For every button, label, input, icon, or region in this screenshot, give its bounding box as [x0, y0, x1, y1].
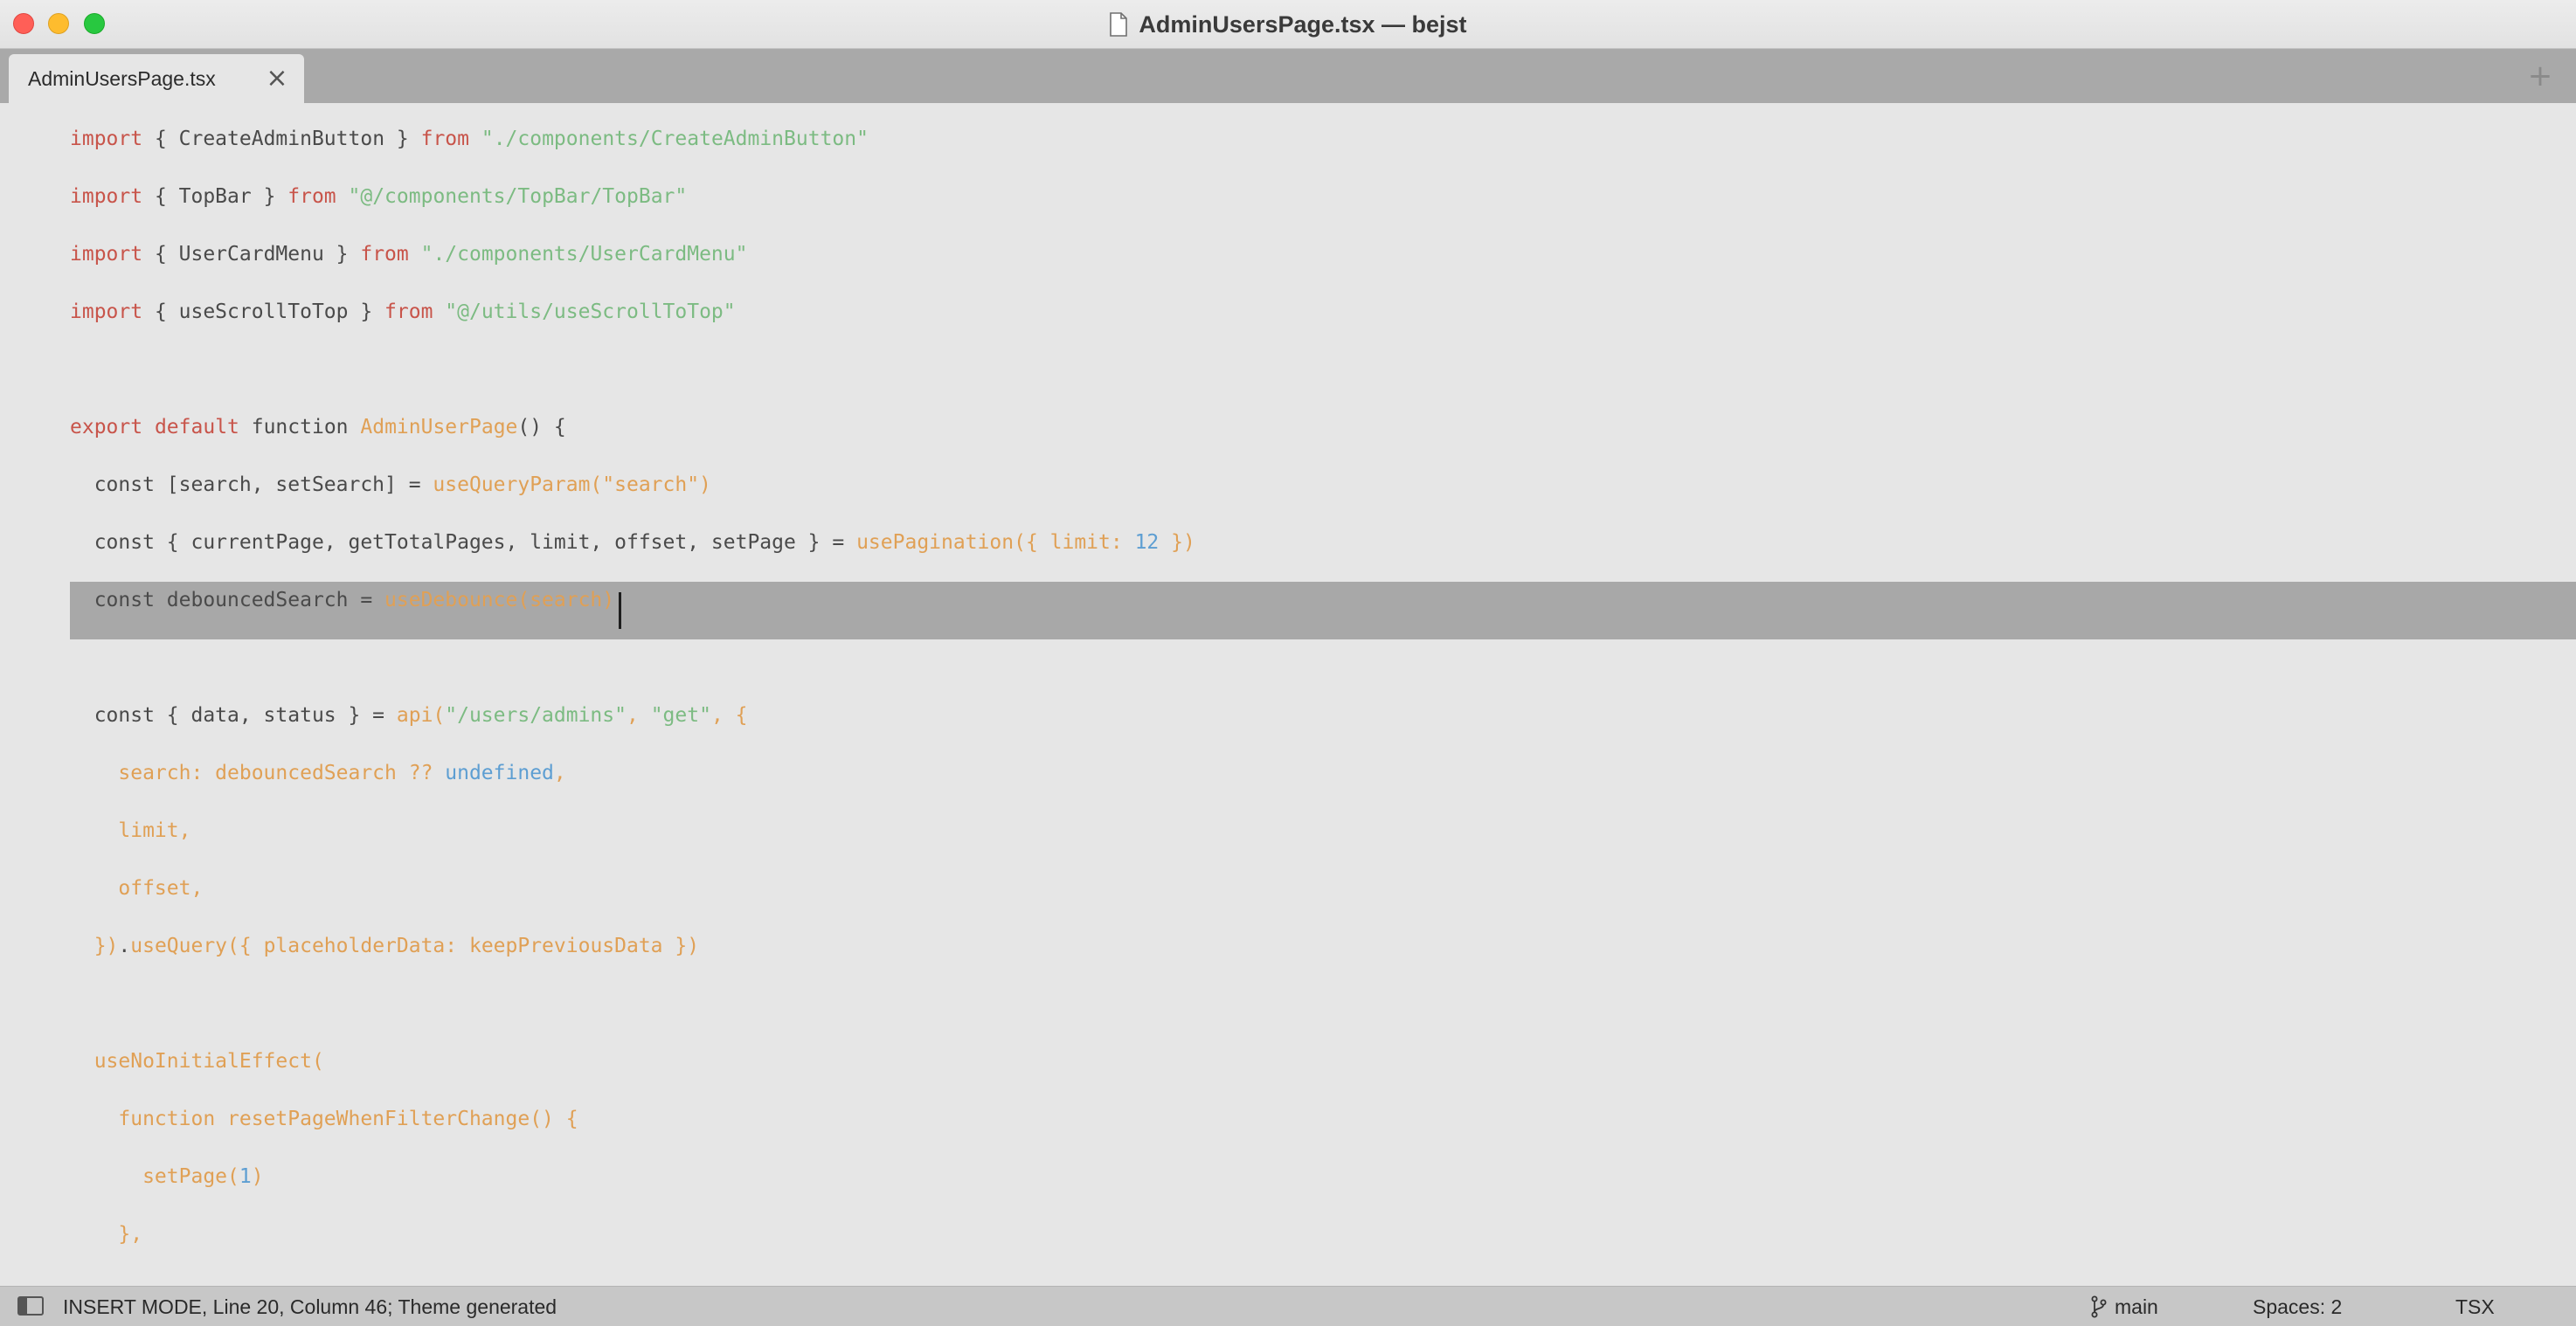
branch-name: main [2115, 1295, 2158, 1318]
code-token: api( [396, 704, 446, 727]
code-token: function resetPageWhenFilterChange() { [70, 1108, 578, 1130]
code-token: setPage( [70, 1165, 239, 1188]
title-bar[interactable]: AdminUsersPage.tsx — bejst [0, 0, 2576, 49]
code-line: const { currentPage, getTotalPages, limi… [70, 514, 1195, 571]
code-line: }, [70, 1205, 142, 1263]
code-line: offset, [70, 860, 203, 917]
code-line: }).useQuery({ placeholderData: keepPrevi… [70, 917, 699, 975]
code-token: () { [517, 416, 566, 439]
code-token: , { [710, 704, 748, 727]
code-token: limit, [70, 819, 191, 842]
code-token: ) [251, 1165, 264, 1188]
code-token: , [626, 704, 651, 727]
new-tab-button[interactable]: + [2525, 49, 2555, 103]
code-line: search: debouncedSearch ?? undefined, [70, 744, 566, 802]
code-token: default [154, 416, 239, 439]
code-token: AdminUserPage [360, 416, 518, 439]
code-editor[interactable]: import { CreateAdminButton } from "./com… [0, 103, 2576, 1286]
code-token: . [118, 935, 131, 957]
code-line: function resetPageWhenFilterChange() { [70, 1090, 578, 1148]
code-token: undefined [445, 762, 554, 784]
code-token: 1 [239, 1165, 252, 1188]
code-token: import [70, 243, 143, 266]
code-token: useDebounce(search) [384, 589, 615, 611]
code-token: { UserCardMenu } [142, 243, 361, 266]
code-token: const { data, status } = [70, 704, 397, 727]
code-line: import { UserCardMenu } from "./componen… [70, 225, 747, 283]
code-token: "@/utils/useScrollToTop" [445, 300, 736, 323]
code-token: }, [70, 1223, 143, 1246]
code-token: const debouncedSearch = [70, 589, 385, 611]
tab-adminuserspage[interactable]: AdminUsersPage.tsx × [9, 54, 304, 103]
code-token: offset, [70, 877, 204, 900]
window-title: AdminUsersPage.tsx — bejst [1139, 10, 1467, 38]
code-token: "./components/CreateAdminButton" [481, 128, 869, 150]
tab-bar: AdminUsersPage.tsx × + [0, 49, 2576, 103]
code-token: { useScrollToTop } [142, 300, 385, 323]
code-line: import { useScrollToTop } from "@/utils/… [70, 283, 736, 341]
code-line: const { data, status } = api("/users/adm… [70, 687, 748, 744]
code-line: useNoInitialEffect( [70, 1032, 324, 1090]
code-token: export [70, 416, 143, 439]
code-token: import [70, 128, 143, 150]
code-token: from [420, 128, 469, 150]
code-token: }) [70, 935, 119, 957]
code-token: useQueryParam("search") [433, 473, 711, 496]
title-container: AdminUsersPage.tsx — bejst [0, 0, 2576, 49]
code-token: "/users/admins" [445, 704, 627, 727]
code-token: import [70, 300, 143, 323]
sidebar-toggle-icon[interactable] [17, 1296, 44, 1316]
code-token: , [553, 762, 566, 784]
syntax-mode[interactable]: TSX [2455, 1287, 2495, 1326]
code-token: { TopBar } [142, 185, 288, 208]
code-token: search: debouncedSearch ?? [70, 762, 446, 784]
tab-label: AdminUsersPage.tsx [28, 67, 216, 90]
code-token: usePagination({ limit: [856, 531, 1135, 554]
code-line: export default function AdminUserPage() … [70, 398, 566, 456]
code-token: from [287, 185, 336, 208]
code-token: const { currentPage, getTotalPages, limi… [70, 531, 857, 554]
document-icon [1110, 12, 1128, 37]
git-branch-icon [2091, 1295, 2107, 1318]
code-token: { CreateAdminButton } [142, 128, 421, 150]
code-token: useQuery({ placeholderData: keepPrevious… [130, 935, 700, 957]
status-message: INSERT MODE, Line 20, Column 46; Theme g… [63, 1295, 557, 1318]
close-tab-icon[interactable]: × [264, 54, 290, 103]
code-token: import [70, 185, 143, 208]
code-line: import { CreateAdminButton } from "./com… [70, 110, 869, 168]
code-line: const [search, setSearch] = useQueryPara… [70, 456, 711, 514]
code-line: setPage(1) [70, 1148, 264, 1205]
git-branch-indicator[interactable]: main [2090, 1287, 2158, 1326]
code-token: function [239, 416, 361, 439]
code-token: from [384, 300, 433, 323]
code-token: "./components/UserCardMenu" [420, 243, 748, 266]
code-token: from [360, 243, 409, 266]
code-line: const debouncedSearch = useDebounce(sear… [70, 571, 614, 629]
code-token: const [search, setSearch] = [70, 473, 433, 496]
status-bar: INSERT MODE, Line 20, Column 46; Theme g… [0, 1286, 2576, 1326]
code-token: useNoInitialEffect( [70, 1050, 324, 1073]
code-token: 12 [1134, 531, 1160, 554]
indentation-setting[interactable]: Spaces: 2 [2253, 1287, 2342, 1326]
text-cursor [619, 592, 621, 629]
code-line: limit, [70, 802, 190, 860]
editor-window: AdminUsersPage.tsx — bejst AdminUsersPag… [0, 0, 2576, 1326]
code-token: "@/components/TopBar/TopBar" [348, 185, 688, 208]
code-token: }) [1159, 531, 1195, 554]
code-line: import { TopBar } from "@/components/Top… [70, 168, 687, 225]
code-token: "get" [650, 704, 711, 727]
